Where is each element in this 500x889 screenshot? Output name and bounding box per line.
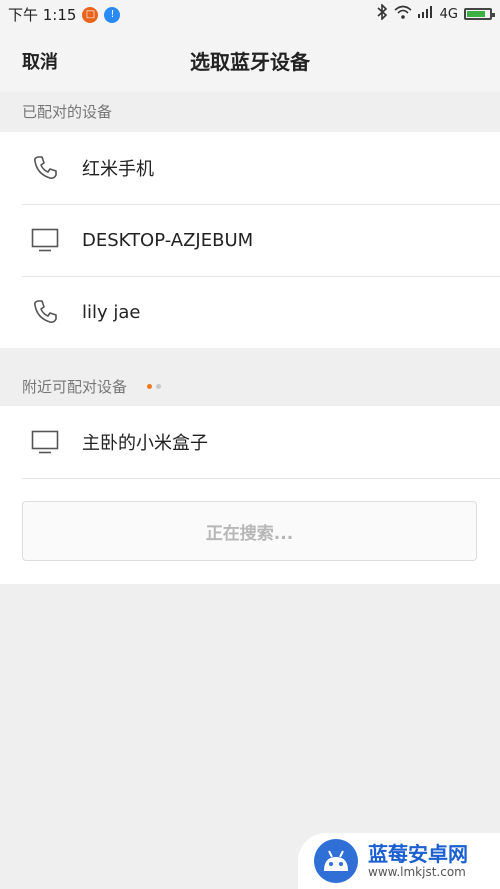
phone-icon [30, 153, 60, 183]
phone-icon [30, 297, 60, 327]
paired-devices-header-label: 已配对的设备 [22, 103, 113, 121]
loading-dots-icon [147, 384, 162, 389]
status-bar-left: 下午 1:15 □ ! [8, 4, 121, 25]
available-devices-header: 附近可配对设备 [22, 376, 162, 397]
network-type: 4G [439, 6, 458, 22]
device-name: 红米手机 [82, 159, 154, 180]
title-bar: 取消 选取蓝牙设备 [0, 28, 500, 92]
paired-devices-list: 红米手机 DESKTOP-AZJEBUM lily jae [0, 132, 500, 348]
status-time: 下午 1:15 [8, 6, 77, 24]
searching-label: 正在搜索... [205, 523, 294, 544]
searching-button[interactable]: 正在搜索... [22, 501, 477, 561]
notification-info-icon: ! [104, 6, 121, 23]
watermark: 蓝莓安卓网 www.lmkjst.com [298, 833, 500, 889]
monitor-icon [30, 225, 60, 255]
page-title: 选取蓝牙设备 [190, 50, 310, 74]
device-name: lily jae [82, 301, 141, 323]
status-bar-right: 4G [376, 3, 495, 24]
notification-app-icon: □ [82, 6, 99, 23]
watermark-title: 蓝莓安卓网 [368, 842, 468, 866]
paired-device-item[interactable]: lily jae [0, 276, 500, 348]
divider [22, 478, 500, 479]
paired-device-item[interactable]: DESKTOP-AZJEBUM [0, 204, 500, 276]
paired-device-item[interactable]: 红米手机 [0, 132, 500, 204]
battery-icon [464, 8, 495, 20]
signal-icon [417, 6, 434, 22]
wifi-icon [394, 5, 412, 23]
monitor-icon [30, 427, 60, 457]
android-logo-icon [314, 839, 358, 883]
paired-devices-header: 已配对的设备 [22, 101, 112, 122]
available-device-item[interactable]: 主卧的小米盒子 [0, 406, 500, 478]
watermark-url: www.lmkjst.com [368, 865, 466, 879]
device-name: 主卧的小米盒子 [82, 433, 208, 454]
bluetooth-icon [376, 3, 388, 24]
status-bar: 下午 1:15 □ ! 4G [0, 0, 500, 28]
device-name: DESKTOP-AZJEBUM [82, 229, 254, 251]
available-devices-header-label: 附近可配对设备 [22, 378, 128, 396]
